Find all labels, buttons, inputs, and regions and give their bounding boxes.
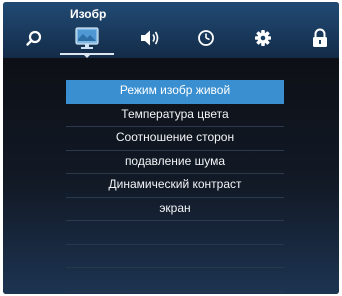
menu-item-label: экран [159, 200, 191, 215]
tab-time[interactable] [192, 26, 222, 52]
menu-item-label: Режим изобр живой [119, 83, 231, 97]
clock-icon [198, 30, 214, 46]
empty-menu-row [66, 221, 284, 245]
menu-item-color-temperature[interactable]: Температура цвета [66, 104, 284, 127]
menu-item-label: подавление шума [124, 153, 226, 168]
menu-item-dynamic-contrast[interactable]: Динамический контраст [66, 174, 284, 198]
tab-lock[interactable] [306, 26, 336, 52]
speaker-icon [141, 30, 159, 46]
menu-item-label: Соотношение сторон [115, 130, 235, 144]
menu-item-noise-reduction[interactable]: подавление шума [66, 151, 284, 174]
search-icon [26, 30, 42, 46]
menu-item-picture-mode[interactable]: Режим изобр живой [66, 80, 284, 104]
picture-menu-list: Режим изобр живой Температура цвета Соот… [66, 80, 284, 292]
empty-menu-row [66, 245, 284, 268]
empty-menu-row [66, 268, 284, 292]
tv-menu-window: Изобр Режим изобр живой Температура цвет… [3, 2, 339, 294]
tab-sound[interactable] [136, 26, 166, 52]
gear-icon [255, 30, 271, 46]
menu-header: Изобр [3, 2, 339, 58]
menu-title: Изобр [70, 7, 107, 21]
menu-item-screen[interactable]: экран [66, 198, 284, 221]
picture-monitor-icon [75, 27, 99, 49]
tab-picture[interactable] [72, 26, 106, 52]
menu-item-aspect-ratio[interactable]: Соотношение сторон [66, 127, 284, 151]
menu-item-label: Температура цвета [121, 106, 229, 121]
menu-item-label: Динамический контраст [108, 177, 242, 191]
lock-icon [313, 28, 327, 47]
tab-search[interactable] [21, 26, 51, 52]
tab-settings[interactable] [249, 26, 279, 52]
